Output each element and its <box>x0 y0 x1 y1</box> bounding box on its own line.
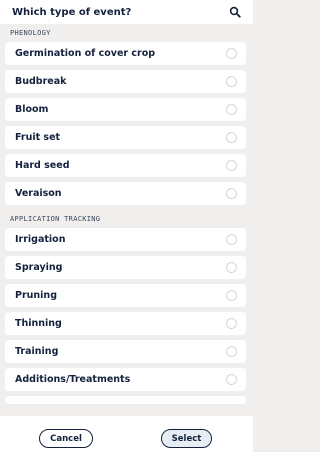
list-item-label: Hard seed <box>15 160 70 171</box>
list-item[interactable]: Germination of cover crop <box>5 42 246 65</box>
list-item-label: Spraying <box>15 262 63 273</box>
list-item-label: Germination of cover crop <box>15 48 156 59</box>
list-item-label: Pruning <box>15 290 57 301</box>
list-item-label: Additions/Treatments <box>15 374 131 385</box>
list-item-label: Training <box>15 346 59 357</box>
list-item-label: Bloom <box>15 104 49 115</box>
dialog-header: Which type of event? <box>0 0 253 24</box>
radio-button[interactable] <box>226 318 237 329</box>
section-label-phenology: PHENOLOGY <box>10 29 51 37</box>
list-item[interactable]: Pruning <box>5 284 246 307</box>
list-item-label: Budbreak <box>15 76 67 87</box>
list-item[interactable]: Spraying <box>5 256 246 279</box>
list-item[interactable]: Irrigation <box>5 228 246 251</box>
list-item[interactable]: Veraison <box>5 182 246 205</box>
list-item[interactable]: Training <box>5 340 246 363</box>
cancel-button[interactable]: Cancel <box>39 429 93 448</box>
radio-button[interactable] <box>226 160 237 171</box>
radio-button[interactable] <box>226 76 237 87</box>
dialog-title: Which type of event? <box>12 6 132 18</box>
radio-button[interactable] <box>226 346 237 357</box>
search-icon[interactable] <box>229 6 241 18</box>
radio-button[interactable] <box>226 234 237 245</box>
list-item-partial[interactable] <box>5 396 246 404</box>
section-label-application-tracking: APPLICATION TRACKING <box>10 215 101 223</box>
list-item[interactable]: Fruit set <box>5 126 246 149</box>
radio-button[interactable] <box>226 374 237 385</box>
list-item[interactable]: Budbreak <box>5 70 246 93</box>
list-item-label: Fruit set <box>15 132 61 143</box>
list-item[interactable]: Thinning <box>5 312 246 335</box>
radio-button[interactable] <box>226 132 237 143</box>
radio-button[interactable] <box>226 262 237 273</box>
list-item[interactable]: Hard seed <box>5 154 246 177</box>
list-item[interactable]: Additions/Treatments <box>5 368 246 391</box>
list-item-label: Thinning <box>15 318 62 329</box>
select-button[interactable]: Select <box>161 429 212 448</box>
list-item-label: Veraison <box>15 188 62 199</box>
dialog-footer: Cancel Select <box>0 416 253 452</box>
event-type-list[interactable]: PHENOLOGY Germination of cover crop Budb… <box>0 24 253 416</box>
radio-button[interactable] <box>226 48 237 59</box>
radio-button[interactable] <box>226 188 237 199</box>
radio-button[interactable] <box>226 104 237 115</box>
list-item[interactable]: Bloom <box>5 98 246 121</box>
list-item-label: Irrigation <box>15 234 66 245</box>
radio-button[interactable] <box>226 290 237 301</box>
